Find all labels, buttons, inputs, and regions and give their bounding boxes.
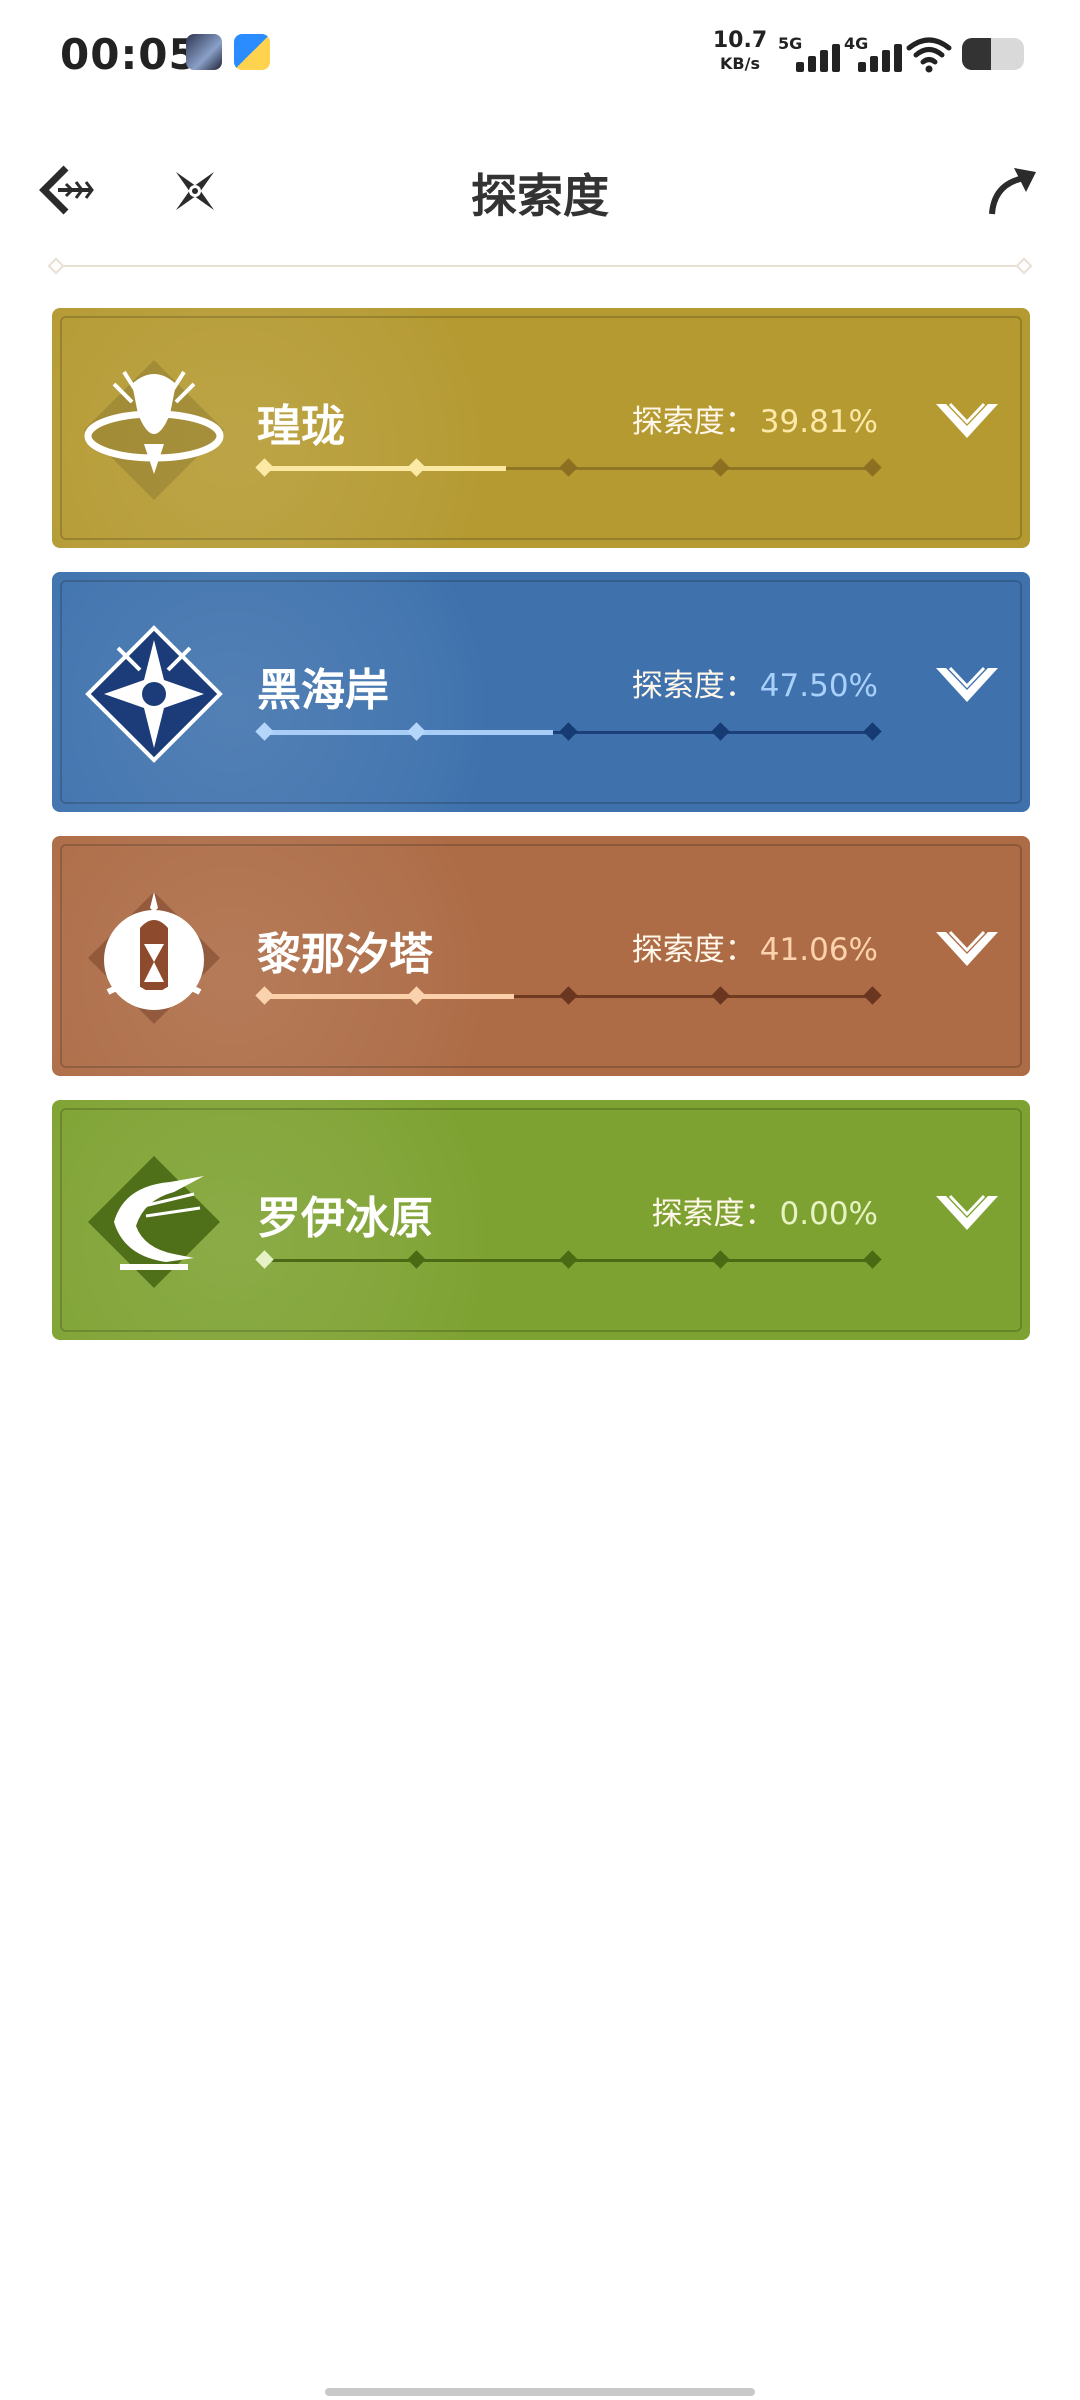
expand-button[interactable] bbox=[932, 1192, 1002, 1236]
signal-5g-icon: 5G bbox=[778, 34, 844, 74]
status-bar: 00:05 10.7 KB/s 5G 4G bbox=[0, 0, 1080, 110]
notification-app-icon bbox=[186, 34, 222, 70]
progress-milestone bbox=[407, 1250, 426, 1269]
progress-milestone bbox=[711, 458, 730, 477]
expand-button[interactable] bbox=[932, 664, 1002, 708]
exploration-label: 探索度： 0.00% bbox=[652, 1188, 878, 1233]
signal-4g-icon: 4G bbox=[844, 34, 910, 74]
huanglong-dragon-emblem-icon bbox=[74, 354, 234, 504]
expand-button[interactable] bbox=[932, 928, 1002, 972]
progress-milestone bbox=[711, 722, 730, 741]
sim2-label: 4G bbox=[844, 34, 869, 53]
progress-milestone bbox=[255, 722, 274, 741]
exploration-progress-bar bbox=[255, 1250, 882, 1270]
exploration-progress-bar bbox=[255, 458, 882, 478]
status-time: 00:05 bbox=[60, 30, 199, 79]
region-card-rinascita[interactable]: 黎那汐塔 探索度： 41.06% bbox=[52, 836, 1030, 1076]
progress-milestone bbox=[255, 986, 274, 1005]
notification-app-icon bbox=[234, 34, 270, 70]
progress-milestone bbox=[863, 458, 882, 477]
chevron-down-icon bbox=[936, 930, 998, 966]
page-header: 探索度 bbox=[0, 140, 1080, 240]
exploration-percent: 41.06% bbox=[759, 932, 878, 968]
region-card-roya-frostlands[interactable]: 罗伊冰原 探索度： 0.00% bbox=[52, 1100, 1030, 1340]
chevron-down-icon bbox=[936, 666, 998, 702]
rinascita-tower-emblem-icon bbox=[74, 882, 234, 1032]
exploration-percent: 39.81% bbox=[759, 404, 878, 440]
exploration-label-text: 探索度： bbox=[631, 932, 756, 968]
black-shores-star-emblem-icon bbox=[74, 618, 234, 768]
region-name: 罗伊冰原 bbox=[257, 1193, 433, 1244]
exploration-label-text: 探索度： bbox=[631, 668, 756, 704]
progress-milestone bbox=[407, 986, 426, 1005]
exploration-label: 探索度： 41.06% bbox=[632, 924, 878, 969]
region-name: 瑝珑 bbox=[257, 401, 345, 452]
exploration-percent: 0.00% bbox=[779, 1196, 878, 1232]
header-divider bbox=[47, 257, 1033, 275]
region-list: 瑝珑 探索度： 39.81% 黑海岸 探索度： 47.50% 黎那汐塔 探索度：… bbox=[52, 308, 1030, 1364]
exploration-progress-bar bbox=[255, 722, 882, 742]
progress-milestone bbox=[255, 458, 274, 477]
network-speed-value: 10.7 bbox=[712, 28, 768, 53]
progress-milestone bbox=[863, 1250, 882, 1269]
region-card-black-shores[interactable]: 黑海岸 探索度： 47.50% bbox=[52, 572, 1030, 812]
progress-milestone bbox=[255, 1250, 274, 1269]
battery-icon bbox=[962, 38, 1024, 70]
region-name: 黎那汐塔 bbox=[257, 929, 433, 980]
exploration-label: 探索度： 47.50% bbox=[632, 660, 878, 705]
exploration-label-text: 探索度： bbox=[631, 404, 756, 440]
expand-button[interactable] bbox=[932, 400, 1002, 444]
progress-milestone bbox=[559, 986, 578, 1005]
exploration-progress-bar bbox=[255, 986, 882, 1006]
chevron-down-icon bbox=[936, 1194, 998, 1230]
roya-frostlands-emblem-icon bbox=[74, 1146, 234, 1296]
progress-milestone bbox=[863, 722, 882, 741]
progress-fill bbox=[264, 994, 514, 999]
share-button[interactable] bbox=[986, 162, 1042, 218]
network-speed: 10.7 KB/s bbox=[710, 30, 770, 72]
wifi-icon bbox=[905, 34, 953, 74]
progress-milestone bbox=[559, 722, 578, 741]
home-indicator[interactable] bbox=[325, 2388, 755, 2396]
chevron-down-icon bbox=[936, 402, 998, 438]
region-card-huanglong[interactable]: 瑝珑 探索度： 39.81% bbox=[52, 308, 1030, 548]
region-name: 黑海岸 bbox=[257, 665, 389, 716]
progress-milestone bbox=[711, 1250, 730, 1269]
progress-milestone bbox=[559, 1250, 578, 1269]
network-speed-unit: KB/s bbox=[720, 54, 760, 73]
progress-milestone bbox=[863, 986, 882, 1005]
sim1-label: 5G bbox=[778, 34, 803, 53]
progress-fill bbox=[264, 466, 507, 471]
progress-milestone bbox=[407, 458, 426, 477]
progress-milestone bbox=[559, 458, 578, 477]
exploration-percent: 47.50% bbox=[759, 668, 878, 704]
exploration-label-text: 探索度： bbox=[651, 1196, 776, 1232]
page-title: 探索度 bbox=[471, 169, 609, 223]
progress-milestone bbox=[711, 986, 730, 1005]
progress-milestone bbox=[407, 722, 426, 741]
exploration-label: 探索度： 39.81% bbox=[632, 396, 878, 441]
share-arrow-icon bbox=[989, 168, 1036, 215]
